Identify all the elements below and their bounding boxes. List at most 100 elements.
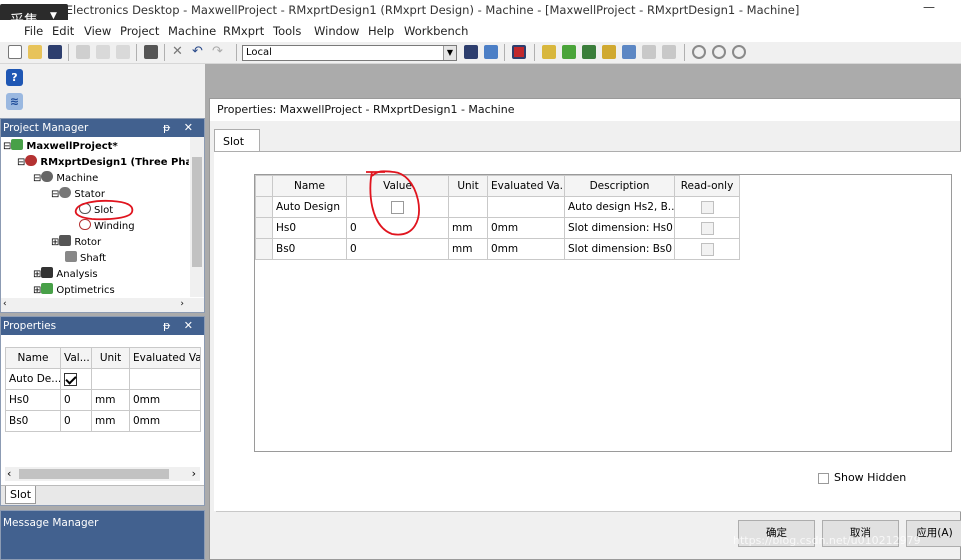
record-icon[interactable] <box>512 45 526 59</box>
redo-icon[interactable]: ↷ <box>212 45 226 59</box>
auto-design-checkbox[interactable] <box>64 372 77 386</box>
tree-item-project[interactable]: ⊟ MaxwellProject* <box>3 139 118 152</box>
col-read-only[interactable]: Read-only <box>674 175 740 197</box>
menu-project[interactable]: Project <box>120 24 159 38</box>
properties-table: Name Val... Unit Evaluated Va Auto De...… <box>5 347 201 432</box>
read-only-checkbox <box>700 221 714 235</box>
properties-panel: Properties ᵽ ✕ Name Val... Unit Evaluate… <box>0 316 205 506</box>
check-icon[interactable] <box>562 45 576 59</box>
print-icon[interactable] <box>144 45 158 59</box>
tree-item-shaft[interactable]: Shaft <box>65 251 106 264</box>
chevron-right-icon[interactable]: › <box>180 299 184 309</box>
scroll-thumb[interactable] <box>192 157 202 267</box>
menu-bar: File Edit View Project Machine RMxprt To… <box>0 20 961 42</box>
dialog-title: Properties: MaxwellProject - RMxprtDesig… <box>210 99 960 121</box>
dialog-divider <box>216 511 961 512</box>
menu-edit[interactable]: Edit <box>52 24 74 38</box>
design-setting-select[interactable]: Local ▼ <box>242 45 457 61</box>
tree-item-optimetrics[interactable]: ⊞ Optimetrics <box>33 283 115 296</box>
project-manager-header: Project Manager ᵽ ✕ <box>1 119 204 137</box>
tree-item-rotor[interactable]: ⊞ Rotor <box>51 235 101 248</box>
undo-icon[interactable]: ↶ <box>192 45 206 59</box>
chevron-left-icon[interactable]: ‹ <box>7 467 11 480</box>
table-row[interactable]: Hs0 0 mm 0mm Slot dimension: Hs0 <box>255 217 740 239</box>
pin-icon[interactable]: ᵽ ✕ <box>163 319 198 332</box>
tree-item-machine[interactable]: ⊟ Machine <box>33 171 98 184</box>
tab-slot[interactable]: Slot <box>214 129 260 151</box>
tree-item-design[interactable]: ⊟ RMxprtDesign1 (Three Phas <box>17 155 189 168</box>
field-overlay-icon[interactable] <box>642 45 656 59</box>
zoom-in-icon[interactable] <box>692 45 706 59</box>
read-only-checkbox <box>700 242 714 256</box>
chevron-right-icon[interactable]: › <box>192 467 196 480</box>
properties-horizontal-scrollbar[interactable]: ‹ › <box>5 467 200 481</box>
paste-icon[interactable] <box>116 45 130 59</box>
export-icon[interactable] <box>662 45 676 59</box>
minimize-button[interactable]: — <box>923 0 935 14</box>
menu-window[interactable]: Window <box>314 24 359 38</box>
tree-item-slot[interactable]: Slot <box>79 203 113 216</box>
col-unit[interactable]: Unit <box>448 175 488 197</box>
zoom-fit-icon[interactable] <box>732 45 746 59</box>
auto-design-checkbox[interactable] <box>391 200 404 214</box>
new-file-icon[interactable] <box>8 45 22 59</box>
dialog-property-grid: Name Value Unit Evaluated Va... Descript… <box>254 174 952 452</box>
table-row[interactable]: Bs0 0 mm 0mm Slot dimension: Bs0 <box>255 238 740 260</box>
chevron-left-icon[interactable]: ‹ <box>3 299 7 309</box>
save-icon[interactable] <box>48 45 62 59</box>
menu-file[interactable]: File <box>24 24 43 38</box>
col-name[interactable]: Name <box>272 175 347 197</box>
menu-machine[interactable]: Machine <box>168 24 216 38</box>
open-folder-icon[interactable] <box>28 45 42 59</box>
delete-icon[interactable]: ✕ <box>172 45 186 59</box>
show-hidden-toggle[interactable]: Show Hidden <box>818 471 906 484</box>
zoom-out-icon[interactable] <box>712 45 726 59</box>
col-unit[interactable]: Unit <box>91 347 130 369</box>
help-icon[interactable]: ? <box>6 69 23 86</box>
tab-slot[interactable]: Slot <box>5 486 37 504</box>
results-icon[interactable] <box>602 45 616 59</box>
validate-icon[interactable] <box>542 45 556 59</box>
copy-icon[interactable] <box>96 45 110 59</box>
table-row[interactable]: Hs0 0 mm 0mm <box>5 389 201 411</box>
col-evaluated[interactable]: Evaluated Va... <box>487 175 565 197</box>
window-title-bar: ANSYS Electronics Desktop - MaxwellProje… <box>0 0 961 20</box>
show-hidden-checkbox[interactable] <box>818 472 829 484</box>
secondary-toolbar: ? ≋ <box>0 64 205 118</box>
menu-help[interactable]: Help <box>368 24 394 38</box>
tree-horizontal-scrollbar[interactable]: ‹ › <box>1 298 204 312</box>
compute-resources-icon[interactable] <box>464 45 478 59</box>
menu-rmxprt[interactable]: RMxprt <box>223 24 264 38</box>
properties-title: Properties <box>3 320 57 332</box>
report-icon[interactable] <box>622 45 636 59</box>
table-row[interactable]: Auto De... <box>5 368 201 390</box>
tree-item-stator[interactable]: ⊟ Stator <box>51 187 105 200</box>
menu-tools[interactable]: Tools <box>273 24 301 38</box>
show-hidden-label: Show Hidden <box>834 471 907 484</box>
message-manager-panel: Message Manager <box>0 510 205 560</box>
menu-view[interactable]: View <box>84 24 111 38</box>
col-name[interactable]: Name <box>5 347 61 369</box>
project-manager-title: Project Manager <box>3 122 89 134</box>
cut-icon[interactable] <box>76 45 90 59</box>
properties-dialog: Properties: MaxwellProject - RMxprtDesig… <box>209 98 961 560</box>
watermark: https://blog.csdn.net/u010212979 <box>733 534 921 547</box>
tree-item-analysis[interactable]: ⊞ Analysis <box>33 267 98 280</box>
dialog-properties-table: Name Value Unit Evaluated Va... Descript… <box>255 175 740 260</box>
properties-header: Properties ᵽ ✕ <box>1 317 204 335</box>
tree-vertical-scrollbar[interactable] <box>190 137 204 297</box>
analyze-icon[interactable] <box>582 45 596 59</box>
table-row[interactable]: Bs0 0 mm 0mm <box>5 410 201 432</box>
col-value[interactable]: Val... <box>60 347 92 369</box>
table-row[interactable]: Auto Design Auto design Hs2, B... <box>255 196 740 218</box>
pin-icon[interactable]: ᵽ ✕ <box>163 121 198 134</box>
tree-item-winding[interactable]: Winding <box>79 219 135 232</box>
slot-tab-pane: Name Value Unit Evaluated Va... Descript… <box>214 151 961 511</box>
col-description[interactable]: Description <box>564 175 675 197</box>
hpc-options-icon[interactable] <box>484 45 498 59</box>
col-evaluated[interactable]: Evaluated Va <box>129 347 201 369</box>
col-value[interactable]: Value <box>346 175 449 197</box>
wave-icon[interactable]: ≋ <box>6 93 23 110</box>
menu-workbench[interactable]: Workbench <box>404 24 468 38</box>
scroll-thumb[interactable] <box>19 469 169 479</box>
